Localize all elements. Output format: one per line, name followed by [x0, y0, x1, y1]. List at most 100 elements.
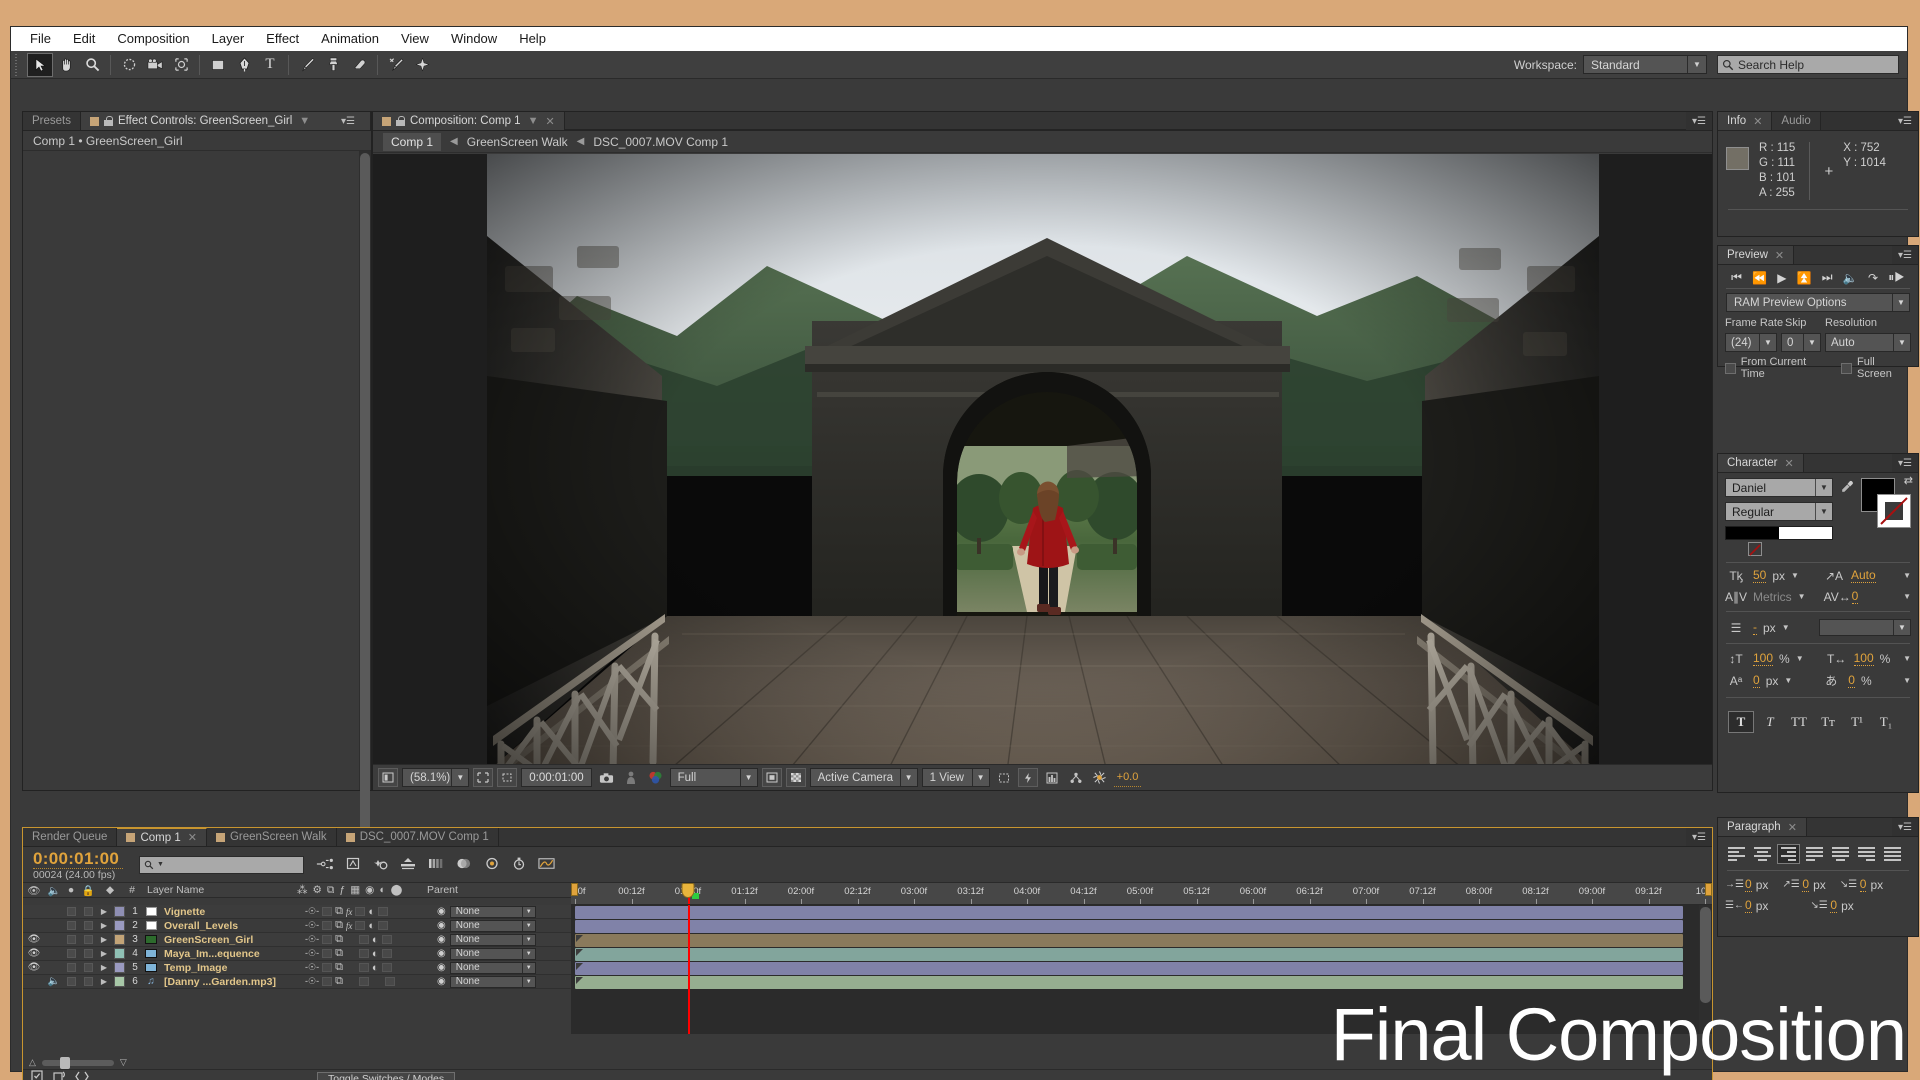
last-frame-button[interactable]: ⏭	[1822, 270, 1833, 285]
frame-blending-icon[interactable]	[428, 857, 444, 873]
skip-select[interactable]: 0 ▼	[1781, 333, 1821, 352]
label-color-swatch[interactable]	[111, 962, 127, 973]
fill-stroke-bar[interactable]	[1725, 526, 1833, 540]
lock-toggle[interactable]	[79, 921, 97, 930]
toggle-switches-modes-button[interactable]: Toggle Switches / Modes	[317, 1071, 456, 1080]
indent-right-value[interactable]: 0	[1745, 898, 1752, 913]
search-help-input[interactable]: Search Help	[1717, 55, 1899, 74]
take-snapshot-icon[interactable]	[596, 768, 617, 787]
solo-toggle[interactable]	[63, 977, 79, 986]
justify-last-right-button[interactable]	[1855, 844, 1878, 864]
composition-mini-flowchart-icon[interactable]	[316, 857, 334, 873]
menu-item-view[interactable]: View	[390, 28, 440, 50]
layer-name[interactable]: GreenScreen_Girl	[159, 934, 301, 946]
panel-menu-icon[interactable]: ▾☰	[1892, 454, 1918, 472]
menu-item-layer[interactable]: Layer	[201, 28, 256, 50]
stroke-color-swatch[interactable]	[1877, 494, 1911, 528]
chevron-down-icon[interactable]: ▼	[1796, 654, 1804, 663]
subscript-button[interactable]: T₁	[1873, 711, 1899, 733]
justify-all-button[interactable]	[1881, 844, 1904, 864]
table-row[interactable]: 👁 ▶ 3 GreenScreen_Girl -☉- ⧉ ◐ ◉ None ▼	[23, 933, 571, 947]
clone-stamp-tool-button[interactable]	[320, 53, 346, 77]
close-icon[interactable]: ✕	[188, 831, 197, 844]
work-area-end-handle[interactable]	[1705, 883, 1712, 896]
layer-duration-bar[interactable]	[575, 948, 1683, 961]
layer-switches[interactable]: -☉- ⧉ ◐	[301, 947, 433, 960]
panel-menu-icon[interactable]: ▾☰	[335, 116, 361, 127]
layer-duration-bar[interactable]	[575, 962, 1683, 975]
layer-switches[interactable]: -☉- ⧉	[301, 975, 433, 988]
parent-select[interactable]: ◉ None ▼	[433, 905, 536, 918]
horizontal-scale-value[interactable]: 100	[1853, 651, 1874, 666]
parent-select[interactable]: ◉ None ▼	[433, 933, 536, 946]
breadcrumb-item-greenscreen-walk[interactable]: GreenScreen Walk	[467, 135, 568, 149]
tab-presets[interactable]: Presets	[23, 112, 81, 130]
font-size-value[interactable]: 50	[1753, 568, 1767, 583]
current-time-indicator-handle[interactable]	[681, 883, 695, 898]
timeline-zoom-slider[interactable]	[41, 1056, 114, 1069]
expand-layer-triangle[interactable]: ▶	[97, 921, 111, 930]
menu-item-window[interactable]: Window	[440, 28, 508, 50]
menu-item-edit[interactable]: Edit	[62, 28, 106, 50]
collapse-transformations-icon[interactable]	[400, 857, 416, 873]
leading-value[interactable]: Auto	[1850, 568, 1876, 583]
tab-effect-controls[interactable]: Effect Controls: GreenScreen_Girl ▼ ▾☰	[81, 112, 371, 130]
workspace-select[interactable]: Standard ▼	[1583, 55, 1707, 74]
draft-3d-icon[interactable]	[346, 857, 360, 873]
hide-shy-layers-icon[interactable]	[372, 857, 388, 873]
type-tool-button[interactable]: T	[257, 53, 283, 77]
lock-toggle[interactable]	[79, 935, 97, 944]
brainstorm-icon[interactable]	[484, 857, 500, 873]
solo-toggle[interactable]	[63, 949, 79, 958]
layer-name[interactable]: Temp_Image	[159, 962, 301, 974]
layer-switches[interactable]: -☉- ⧉ fx ◐	[301, 919, 433, 932]
exposure-reset-icon[interactable]	[1090, 768, 1110, 787]
no-fill-swatch[interactable]	[1748, 542, 1762, 556]
indent-left-value[interactable]: 0	[1745, 877, 1752, 892]
table-row[interactable]: 👁 ▶ 4 Maya_Im...equence -☉- ⧉ ◐ ◉ None ▼	[23, 947, 571, 961]
solo-toggle[interactable]	[63, 907, 79, 916]
region-of-interest-toggle[interactable]	[761, 768, 782, 787]
eraser-tool-button[interactable]	[346, 53, 372, 77]
tab-render-queue[interactable]: Render Queue	[23, 828, 118, 846]
zoom-tool-button[interactable]	[79, 53, 105, 77]
timeline-flowchart-icon[interactable]	[1042, 768, 1062, 787]
kerning-value[interactable]: Metrics	[1753, 590, 1792, 604]
previous-frame-button[interactable]: ⏪	[1752, 271, 1767, 285]
zoom-level-select[interactable]: (58.1%) ▼	[402, 768, 470, 787]
layer-switches[interactable]: -☉- ⧉ ◐	[301, 933, 433, 946]
justify-last-left-button[interactable]	[1803, 844, 1826, 864]
scrollbar-thumb[interactable]	[1700, 907, 1711, 1003]
scrollbar-thumb[interactable]	[360, 153, 370, 853]
close-icon[interactable]: ✕	[1788, 821, 1797, 834]
chevron-down-icon[interactable]: ▼	[1903, 592, 1911, 601]
rotation-tool-button[interactable]	[116, 53, 142, 77]
loop-icon[interactable]: ↷	[1868, 271, 1878, 285]
parent-select[interactable]: ◉ None ▼	[433, 961, 536, 974]
superscript-button[interactable]: T¹	[1844, 711, 1870, 733]
roto-brush-tool-button[interactable]	[383, 53, 409, 77]
tab-audio[interactable]: Audio	[1772, 112, 1821, 130]
toggle-switches-icon-button[interactable]	[53, 1070, 67, 1080]
lock-toggle[interactable]	[79, 907, 97, 916]
expand-layer-triangle[interactable]: ▶	[97, 949, 111, 958]
resolution-select[interactable]: Full ▼	[669, 768, 758, 787]
panel-menu-icon[interactable]: ▾☰	[1686, 828, 1712, 846]
current-time-display[interactable]: 0:00:01:00 00024 (24.00 fps)	[23, 849, 123, 881]
panel-menu-icon[interactable]: ▾☰	[1892, 818, 1918, 836]
expand-collapse-icon-button[interactable]	[75, 1070, 89, 1080]
swap-colors-icon[interactable]: ⇄	[1904, 474, 1913, 487]
parent-select[interactable]: ◉ None ▼	[433, 947, 536, 960]
chevron-down-icon[interactable]: ▼	[1903, 676, 1911, 685]
video-visibility-toggle[interactable]: 👁	[23, 934, 45, 945]
first-frame-button[interactable]: ⏮	[1731, 270, 1742, 285]
from-current-time-checkbox[interactable]	[1725, 362, 1736, 374]
space-before-value[interactable]: 0	[1802, 877, 1810, 892]
selection-tool-button[interactable]	[27, 52, 53, 77]
label-color-swatch[interactable]	[111, 906, 127, 917]
font-style-select[interactable]: Regular ▼	[1725, 502, 1833, 521]
tab-comp1[interactable]: Comp 1 ✕	[117, 828, 207, 846]
shape-tool-button[interactable]	[205, 53, 231, 77]
align-right-button[interactable]	[1777, 844, 1800, 864]
comp-mini-flowchart-button[interactable]	[31, 1070, 45, 1080]
